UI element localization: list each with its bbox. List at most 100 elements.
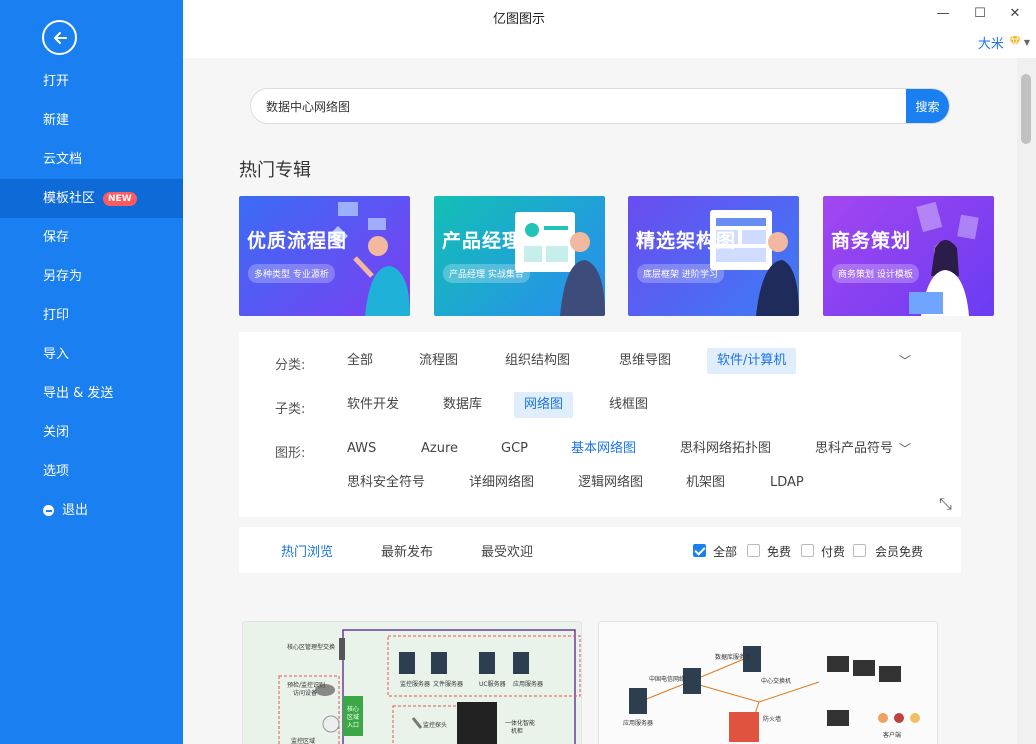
user-name: 大米 (977, 37, 1004, 52)
sidebar-item-open[interactable]: 打开 (0, 62, 183, 101)
sidebar-item-print[interactable]: 打印 (0, 296, 183, 335)
shape-cisco-topology[interactable]: 思科网络拓扑图 (670, 436, 781, 462)
banner-flowchart[interactable]: 优质流程图 多种类型 专业源析 (239, 196, 410, 316)
new-badge: NEW (103, 191, 137, 206)
search-button[interactable]: 搜索 (906, 89, 949, 123)
vertical-scrollbar[interactable] (1017, 58, 1036, 744)
sidebar-item-export-send[interactable]: 导出 & 发送 (0, 374, 183, 413)
sidebar-item-save-as[interactable]: 另存为 (0, 257, 183, 296)
sidebar-item-save[interactable]: 保存 (0, 218, 183, 257)
tab-hot-browse[interactable]: 热门浏览 (281, 541, 333, 560)
shape-label: 图形: (275, 446, 306, 461)
sidebar-item-label: 打开 (43, 74, 70, 89)
banner-subtitle: 多种类型 专业源析 (248, 264, 335, 283)
sidebar-item-new[interactable]: 新建 (0, 101, 183, 140)
diagram-label: 防火墙 (763, 716, 782, 723)
expand-icon[interactable]: ⤡ (939, 494, 952, 514)
architecture-illustration (710, 210, 799, 316)
diagram-label: 入口 (347, 722, 360, 729)
sidebar-item-template-community[interactable]: 模板社区 NEW (0, 179, 183, 218)
sidebar-item-label: 选项 (43, 464, 70, 479)
shape-aws[interactable]: AWS (337, 436, 386, 462)
subcategory-software-dev[interactable]: 软件开发 (337, 392, 409, 418)
diagram-label: 监控探头 (423, 722, 448, 729)
scrollbar-thumb[interactable] (1021, 74, 1031, 144)
chevron-down-icon[interactable]: ﹀ (899, 440, 911, 457)
diagram-label: 应用服务器 (513, 681, 544, 688)
close-button[interactable]: ✕ (1005, 4, 1025, 24)
shape-detailed-network[interactable]: 详细网络图 (459, 470, 544, 496)
sidebar-item-options[interactable]: 选项 (0, 452, 183, 491)
category-flowchart[interactable]: 流程图 (409, 348, 468, 374)
shape-azure[interactable]: Azure (411, 436, 468, 462)
caret-down-icon: ▼ (1023, 38, 1030, 47)
sidebar-item-label: 导出 & 发送 (43, 386, 114, 401)
diagram-label: 中心交换机 (761, 678, 792, 685)
search-input[interactable] (251, 89, 906, 123)
template-card-2[interactable]: 中国电信网络 数据库服务器 中心交换机 防火墙 客户端 应用服务器 (598, 621, 938, 744)
sidebar-item-label: 模板社区 (43, 191, 96, 206)
diagram-label: 数据库服务器 (715, 654, 752, 661)
title-bar: 亿图图示 — ☐ ✕ 大米 ▼ (183, 0, 1036, 58)
filter-all-checkbox[interactable] (693, 544, 706, 557)
diagram-label: 监控服务器 (400, 681, 431, 688)
banner-title: 产品经理 (442, 230, 523, 252)
filter-paid-checkbox[interactable] (801, 544, 814, 557)
tab-most-popular[interactable]: 最受欢迎 (481, 541, 533, 560)
template-card-1[interactable]: 核心区管理型交换 监控服务器 文件服务器 UC服务器 应用服务器 预检/监控识别… (242, 621, 582, 744)
filter-panel: 分类: 全部 流程图 组织结构图 思维导图 软件/计算机 ﹀ 子类: 软件开发 … (239, 332, 961, 517)
maximize-button[interactable]: ☐ (970, 4, 990, 24)
back-button[interactable] (42, 20, 77, 55)
shape-cisco-security[interactable]: 思科安全符号 (337, 470, 435, 496)
sidebar-item-label: 关闭 (43, 425, 70, 440)
sidebar-item-label: 退出 (62, 503, 89, 518)
shape-logical-network[interactable]: 逻辑网络图 (568, 470, 653, 496)
banner-product-manager[interactable]: 产品经理 产品经理 实战集合 (434, 196, 605, 316)
filter-free-label: 免费 (767, 545, 792, 559)
category-org-chart[interactable]: 组织结构图 (495, 348, 580, 374)
shape-gcp[interactable]: GCP (491, 436, 538, 462)
filter-member-free-checkbox[interactable] (853, 544, 866, 557)
filter-free-checkbox[interactable] (747, 544, 760, 557)
minimize-button[interactable]: — (933, 4, 953, 24)
main-content: 搜索 热门专辑 优质流程图 多种类型 专业源析 产品经理 产品经理 实战集合 (183, 58, 1017, 744)
banner-title: 优质流程图 (247, 230, 348, 252)
vip-diamond-icon (1008, 35, 1022, 51)
sidebar-item-label: 保存 (43, 230, 70, 245)
filter-member-free-label: 会员免费 (875, 545, 924, 559)
diagram-label: 核心区管理型交换 (287, 644, 336, 651)
shape-ldap[interactable]: LDAP (760, 470, 814, 496)
arrow-left-icon (53, 31, 67, 44)
section-title-hot-albums: 热门专辑 (239, 160, 311, 181)
tab-latest[interactable]: 最新发布 (381, 541, 433, 560)
filter-all-label: 全部 (713, 545, 738, 559)
diagram-label: 客户端 (883, 732, 902, 739)
subcategory-label: 子类: (275, 402, 306, 417)
banner-business-plan[interactable]: 商务策划 商务策划 设计模板 (823, 196, 994, 316)
banner-subtitle: 产品经理 实战集合 (443, 264, 530, 283)
category-software-computer[interactable]: 软件/计算机 (707, 348, 797, 374)
sort-tabs-bar: 热门浏览 最新发布 最受欢迎 全部 免费 付费 会员免费 (239, 527, 961, 573)
sidebar-item-exit[interactable]: 退出 (0, 491, 183, 530)
sidebar-item-import[interactable]: 导入 (0, 335, 183, 374)
subcategory-network[interactable]: 网络图 (514, 392, 574, 418)
user-menu[interactable]: 大米 ▼ (978, 33, 1030, 52)
subcategory-wireframe[interactable]: 线框图 (599, 392, 658, 418)
banner-title: 精选架构图 (636, 230, 737, 252)
banner-architecture[interactable]: 精选架构图 底层框架 进阶学习 (628, 196, 799, 316)
chevron-down-icon[interactable]: ﹀ (899, 352, 911, 369)
business-plan-illustration (909, 201, 979, 316)
sidebar: 打开 新建 云文档 模板社区 NEW 保存 另存为 打印 导入 导出 & 发送 … (0, 0, 183, 744)
filter-paid-label: 付费 (821, 545, 846, 559)
category-mind-map[interactable]: 思维导图 (609, 348, 681, 374)
shape-rack[interactable]: 机架图 (676, 470, 735, 496)
sidebar-item-cloud-docs[interactable]: 云文档 (0, 140, 183, 179)
subcategory-database[interactable]: 数据库 (433, 392, 492, 418)
shape-basic-network[interactable]: 基本网络图 (571, 436, 636, 462)
category-all[interactable]: 全部 (337, 348, 383, 374)
sidebar-item-close[interactable]: 关闭 (0, 413, 183, 452)
diagram-label: UC服务器 (479, 681, 506, 688)
shape-cisco-product[interactable]: 思科产品符号 (805, 436, 903, 462)
window-title: 亿图图示 (493, 12, 546, 27)
diagram-label: 中国电信网络 (649, 676, 686, 683)
